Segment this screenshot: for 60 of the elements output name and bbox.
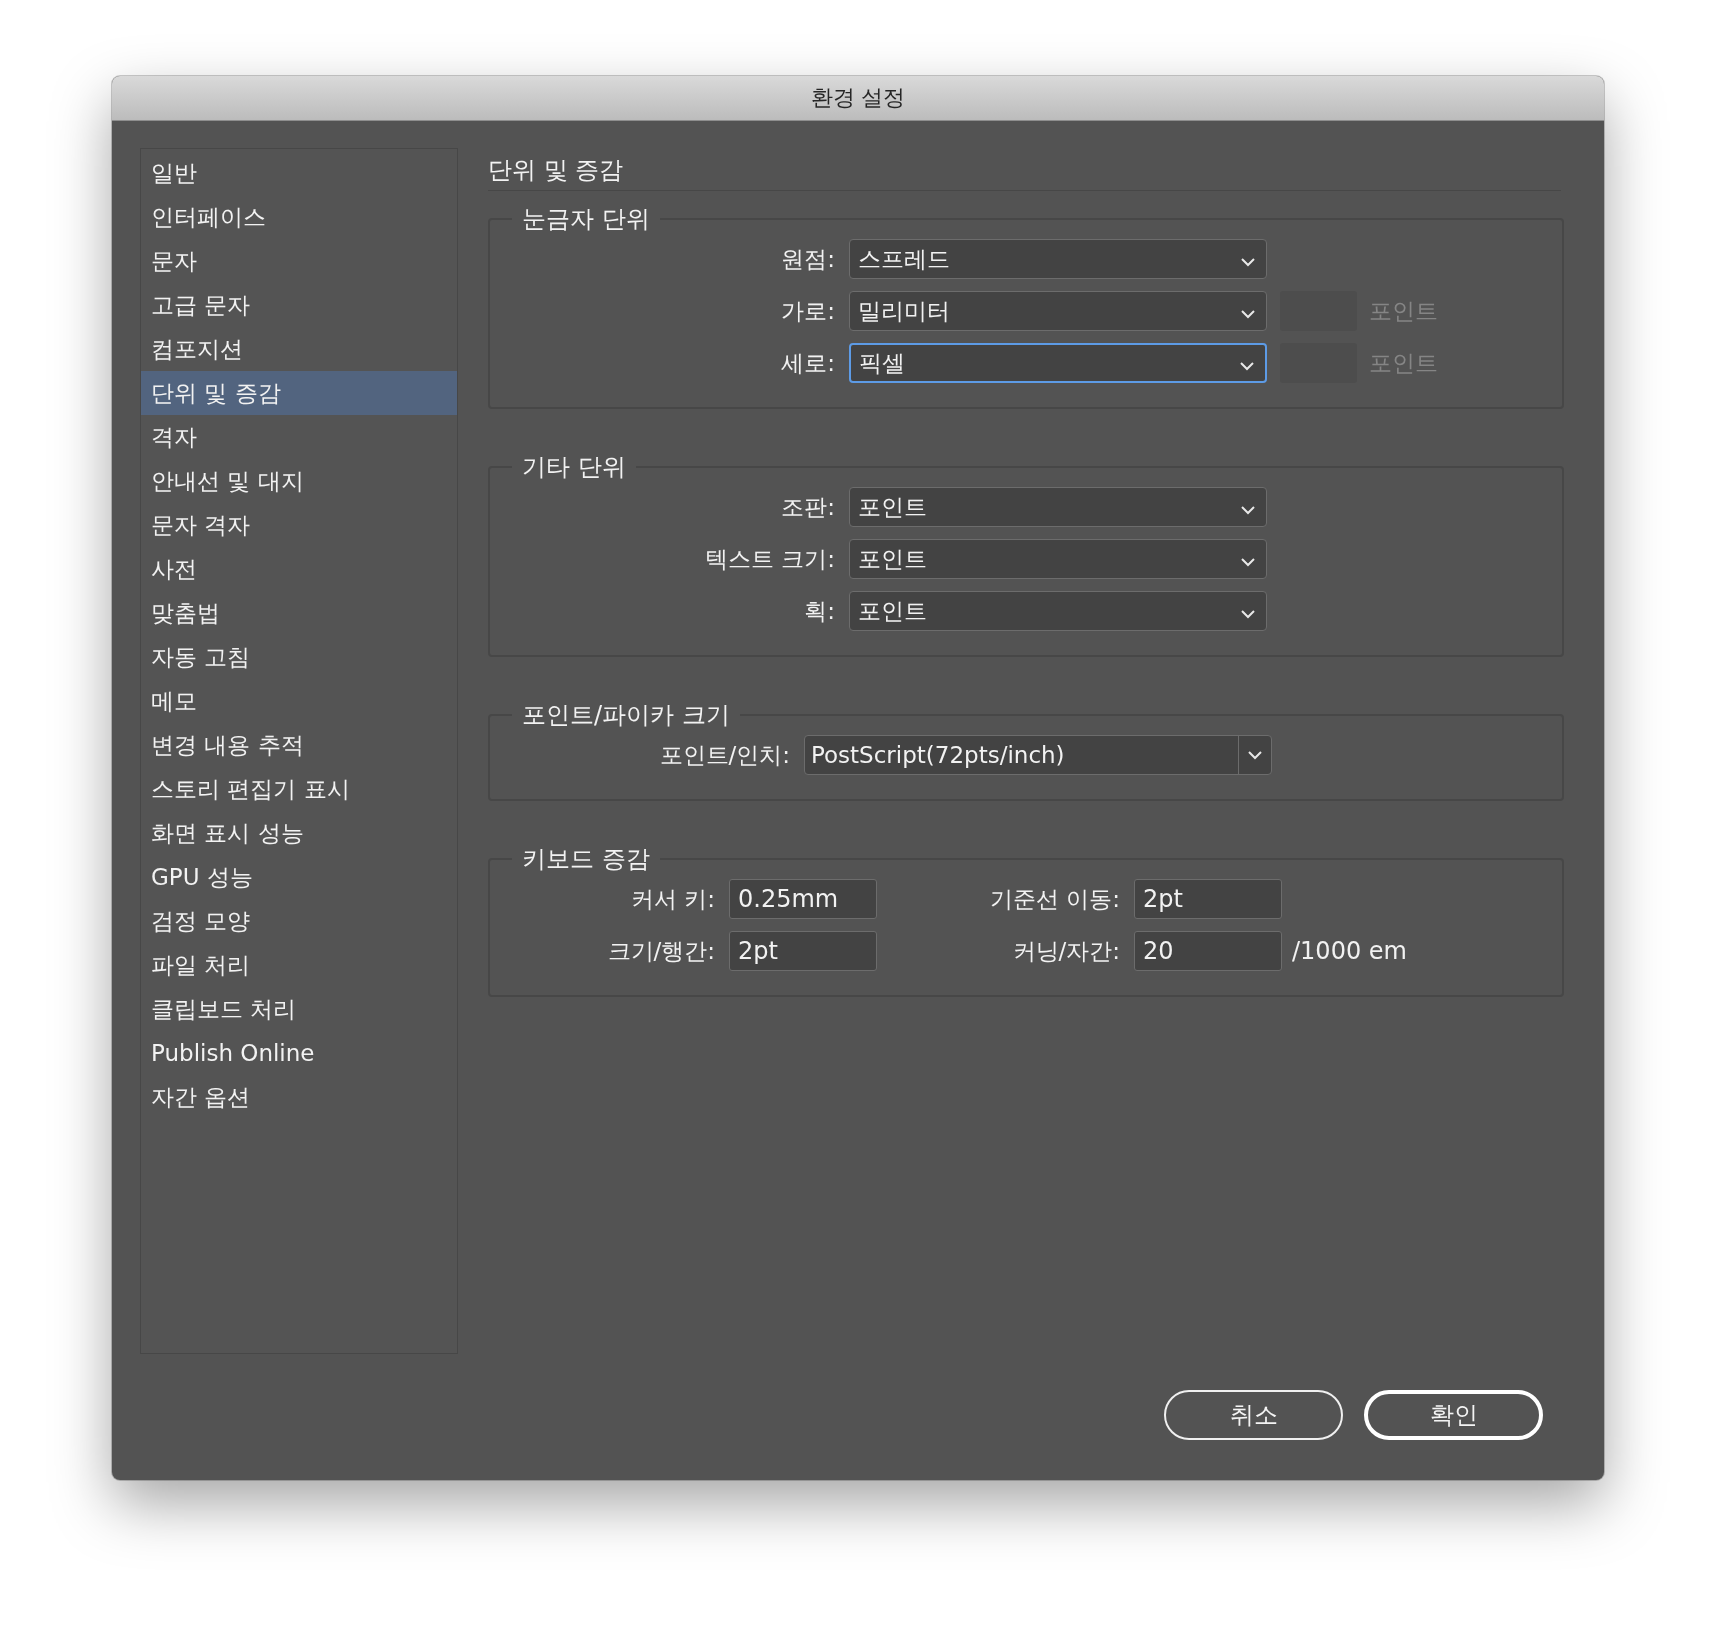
ok-button[interactable]: 확인 bbox=[1364, 1390, 1543, 1440]
sidebar-item[interactable]: GPU 성능 bbox=[141, 855, 457, 899]
sidebar-item[interactable]: 일반 bbox=[141, 151, 457, 195]
dropdown[interactable]: 포인트 bbox=[849, 591, 1267, 631]
sidebar-item[interactable]: 문자 격자 bbox=[141, 503, 457, 547]
sidebar-item[interactable]: 컴포지션 bbox=[141, 327, 457, 371]
window-title: 환경 설정 bbox=[810, 84, 906, 112]
sidebar-item[interactable]: 화면 표시 성능 bbox=[141, 811, 457, 855]
group-title: 키보드 증감 bbox=[521, 845, 651, 873]
dropdown[interactable]: 픽셀 bbox=[849, 343, 1267, 383]
sidebar-item[interactable]: 고급 문자 bbox=[141, 283, 457, 327]
input-field[interactable]: 2pt bbox=[729, 931, 877, 971]
input-field[interactable]: 2pt bbox=[1134, 879, 1282, 919]
sidebar-item[interactable]: 인터페이스 bbox=[141, 195, 457, 239]
field-label: 조판: bbox=[780, 492, 835, 522]
chevron-down-icon bbox=[1240, 557, 1256, 567]
chevron-down-icon bbox=[1239, 361, 1255, 371]
input-field[interactable]: 0.25mm bbox=[729, 879, 877, 919]
panel-title: 단위 및 증감 bbox=[488, 148, 1561, 191]
field-label: 기준선 이동: bbox=[988, 884, 1120, 914]
input-field[interactable]: 20 bbox=[1134, 931, 1282, 971]
chevron-down-icon bbox=[1240, 309, 1256, 319]
chevron-down-icon bbox=[1240, 609, 1256, 619]
field-label: 원점: bbox=[780, 244, 835, 274]
cancel-button[interactable]: 취소 bbox=[1164, 1390, 1343, 1440]
group-title: 포인트/파이카 크기 bbox=[521, 701, 731, 729]
dropdown[interactable]: 포인트 bbox=[849, 487, 1267, 527]
field-label: 포인트/인치: bbox=[658, 740, 790, 770]
field-label: 커서 키: bbox=[629, 884, 715, 914]
field-label: 커닝/자간: bbox=[1011, 936, 1120, 966]
unit-label: /1000 em bbox=[1292, 937, 1407, 965]
sidebar-item[interactable]: 파일 처리 bbox=[141, 943, 457, 987]
field-label: 세로: bbox=[780, 348, 835, 378]
dropdown[interactable]: 포인트 bbox=[849, 539, 1267, 579]
group-title: 눈금자 단위 bbox=[521, 205, 651, 233]
sidebar-item[interactable]: 자간 옵션 bbox=[141, 1075, 457, 1119]
sidebar-item[interactable]: 문자 bbox=[141, 239, 457, 283]
sidebar-item[interactable]: 스토리 편집기 표시 bbox=[141, 767, 457, 811]
field-label: 가로: bbox=[780, 296, 835, 326]
sidebar-item[interactable]: 단위 및 증감 bbox=[141, 371, 457, 415]
field-label: 텍스트 크기: bbox=[703, 544, 835, 574]
sidebar-item[interactable]: 안내선 및 대지 bbox=[141, 459, 457, 503]
sidebar-item[interactable]: Publish Online bbox=[141, 1031, 457, 1075]
group-title: 기타 단위 bbox=[521, 453, 627, 481]
sidebar-item[interactable]: 변경 내용 추적 bbox=[141, 723, 457, 767]
sidebar-item[interactable]: 검정 모양 bbox=[141, 899, 457, 943]
dropdown[interactable]: PostScript(72pts/inch) bbox=[804, 735, 1272, 775]
sidebar-item[interactable]: 자동 고침 bbox=[141, 635, 457, 679]
sidebar-item[interactable]: 클립보드 처리 bbox=[141, 987, 457, 1031]
chevron-down-icon bbox=[1240, 257, 1256, 267]
sidebar-item[interactable]: 메모 bbox=[141, 679, 457, 723]
dropdown[interactable]: 밀리미터 bbox=[849, 291, 1267, 331]
chevron-down-icon bbox=[1247, 750, 1263, 760]
sidebar-item[interactable]: 격자 bbox=[141, 415, 457, 459]
sidebar-item[interactable]: 사전 bbox=[141, 547, 457, 591]
field-label: 획: bbox=[803, 596, 835, 626]
chevron-down-icon bbox=[1240, 505, 1256, 515]
field-label: 크기/행간: bbox=[606, 936, 715, 966]
sidebar-item[interactable]: 맞춤법 bbox=[141, 591, 457, 635]
dropdown[interactable]: 스프레드 bbox=[849, 239, 1267, 279]
